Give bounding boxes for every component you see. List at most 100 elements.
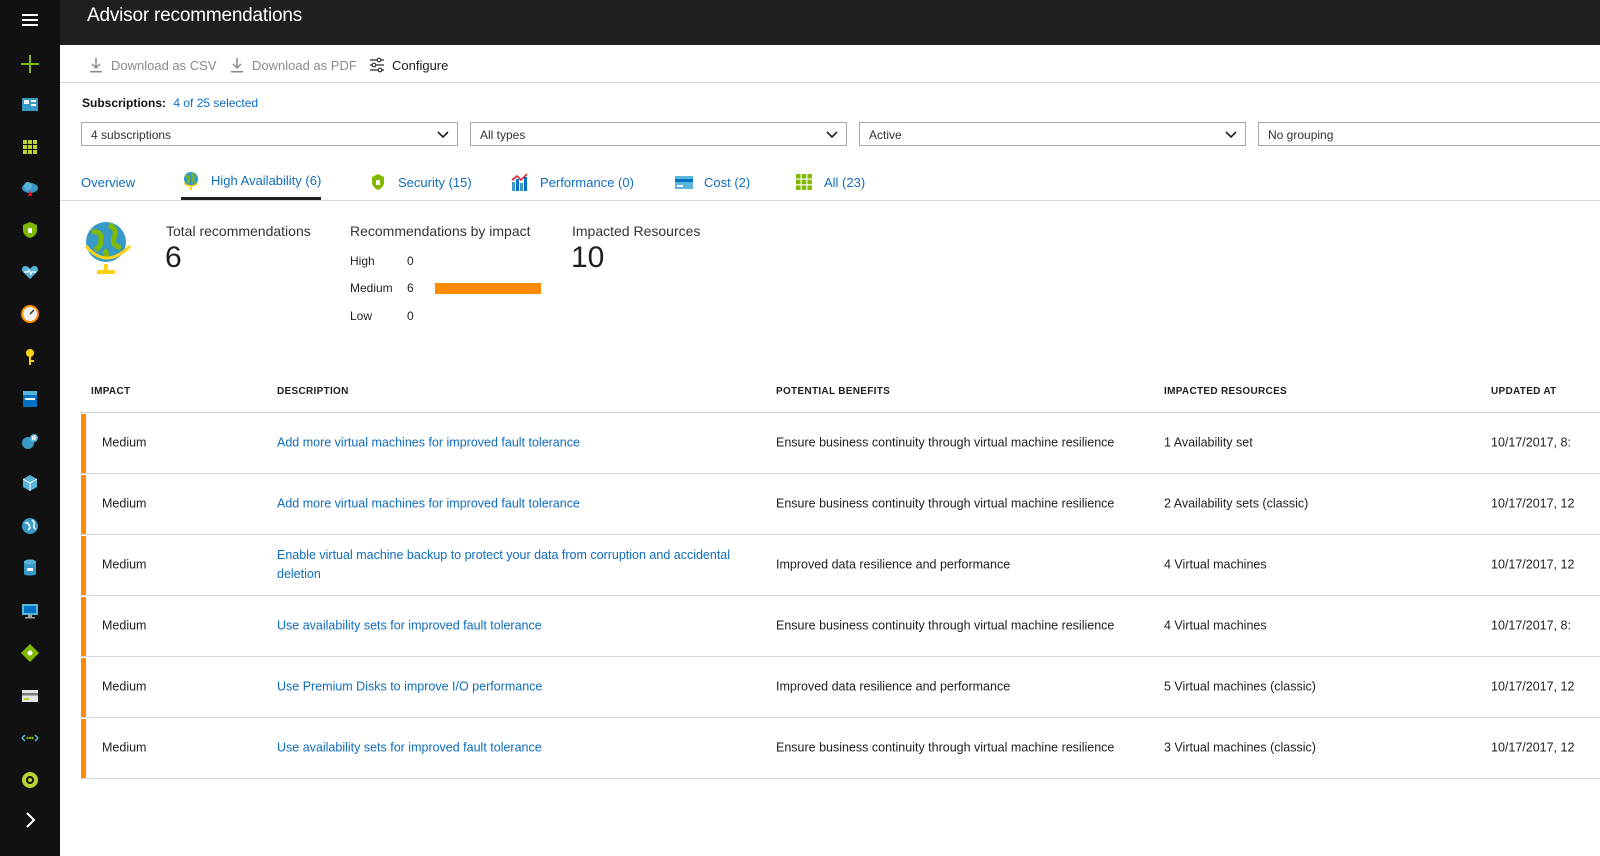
total-recommendations-value: 6	[165, 241, 182, 274]
configure-button[interactable]: Configure	[368, 55, 448, 75]
column-header-potential-benefits[interactable]: POTENTIAL BENEFITS	[776, 386, 890, 397]
download-pdf-label: Download as PDF	[252, 57, 357, 73]
row-impact: Medium	[102, 557, 147, 572]
tab-overview[interactable]: Overview	[81, 164, 135, 200]
impact-accent-bar	[81, 658, 86, 717]
row-impact: Medium	[102, 679, 147, 694]
row-impact: Medium	[102, 618, 147, 633]
row-updated: 10/17/2017, 12	[1491, 557, 1575, 572]
row-resources: 3 Virtual machines (classic)	[1164, 740, 1316, 755]
impact-low-row: Low 0	[350, 309, 414, 323]
grouping-filter-value: No grouping	[1268, 128, 1334, 142]
status-filter-dropdown[interactable]: Active	[859, 122, 1246, 146]
total-recommendations-label: Total recommendations	[166, 223, 311, 239]
table-row[interactable]: Medium Add more virtual machines for imp…	[80, 474, 1600, 535]
impact-high-count: 0	[407, 254, 414, 268]
tab-performance-label: Performance (0)	[540, 174, 634, 190]
row-resources: 4 Virtual machines	[1164, 557, 1267, 572]
tab-high-availability[interactable]: High Availability (6)	[181, 164, 322, 200]
column-header-impact[interactable]: IMPACT	[91, 386, 130, 397]
globe-icon	[183, 171, 199, 190]
chevron-right-icon[interactable]	[0, 800, 60, 840]
chevron-down-icon	[1225, 131, 1237, 139]
row-impact: Medium	[102, 435, 147, 450]
load-balancer-icon[interactable]	[0, 633, 60, 673]
page-title: Advisor recommendations	[87, 5, 303, 26]
table-row[interactable]: Medium Add more virtual machines for imp…	[80, 413, 1600, 474]
left-nav-rail	[0, 0, 60, 856]
row-updated: 10/17/2017, 8:	[1491, 618, 1571, 633]
download-pdf-button[interactable]: Download as PDF	[228, 55, 357, 75]
advisor-gauge-icon[interactable]	[0, 294, 60, 334]
table-row[interactable]: Medium Use availability sets for improve…	[80, 718, 1600, 779]
status-filter-value: Active	[869, 128, 902, 142]
row-benefits: Ensure business continuity through virtu…	[776, 435, 1115, 450]
impact-low-count: 0	[407, 309, 414, 323]
impacted-resources-value: 10	[571, 241, 605, 274]
row-resources: 2 Availability sets (classic)	[1164, 496, 1309, 511]
row-benefits: Ensure business continuity through virtu…	[776, 740, 1115, 755]
row-description-link[interactable]: Use availability sets for improved fault…	[277, 617, 762, 636]
row-impact: Medium	[102, 496, 147, 511]
security-center-icon[interactable]	[0, 210, 60, 250]
subscriptions-link[interactable]: 4 of 25 selected	[173, 96, 258, 110]
row-impact: Medium	[102, 740, 147, 755]
row-resources: 4 Virtual machines	[1164, 618, 1267, 633]
bar-chart-icon	[511, 173, 528, 191]
tab-all[interactable]: All (23)	[794, 164, 865, 200]
download-icon	[90, 58, 102, 73]
tab-cost-label: Cost (2)	[704, 174, 751, 190]
subscriptions-filter-dropdown[interactable]: 4 subscriptions	[81, 122, 458, 146]
grouping-filter-dropdown[interactable]: No grouping	[1258, 122, 1600, 146]
row-description-link[interactable]: Add more virtual machines for improved f…	[277, 434, 762, 453]
network-icon[interactable]	[0, 718, 60, 758]
column-header-impacted-resources[interactable]: IMPACTED RESOURCES	[1164, 386, 1287, 397]
type-filter-value: All types	[480, 128, 526, 142]
row-description-link[interactable]: Use availability sets for improved fault…	[277, 739, 762, 758]
circle-icon[interactable]	[0, 760, 60, 800]
row-description-link[interactable]: Use Premium Disks to improve I/O perform…	[277, 678, 762, 697]
dashboard-icon[interactable]	[0, 85, 60, 125]
command-bar: Download as CSV Download as PDF Configur…	[60, 45, 1600, 83]
row-updated: 10/17/2017, 12	[1491, 679, 1575, 694]
impact-low-label: Low	[350, 309, 373, 323]
cost-icon[interactable]	[0, 676, 60, 716]
impact-medium-label: Medium	[350, 281, 393, 295]
high-availability-globe-icon	[84, 222, 132, 274]
tab-all-label: All (23)	[824, 174, 866, 190]
virtual-machine-icon[interactable]	[0, 591, 60, 631]
type-filter-dropdown[interactable]: All types	[470, 122, 847, 146]
storage-icon[interactable]	[0, 379, 60, 419]
column-header-updated-at[interactable]: UPDATED AT	[1491, 386, 1557, 397]
cloud-icon[interactable]	[0, 168, 60, 208]
tab-security[interactable]: Security (15)	[368, 164, 472, 200]
subscriptions-label: Subscriptions:	[82, 96, 167, 110]
row-updated: 10/17/2017, 12	[1491, 740, 1575, 755]
key-icon[interactable]	[0, 337, 60, 377]
tab-overview-label: Overview	[81, 174, 136, 190]
impact-accent-bar	[81, 475, 86, 534]
row-resources: 1 Availability set	[1164, 435, 1253, 450]
column-header-description[interactable]: DESCRIPTION	[277, 386, 349, 397]
app-service-icon[interactable]	[0, 421, 60, 461]
tab-performance[interactable]: Performance (0)	[510, 164, 634, 200]
sql-database-icon[interactable]	[0, 548, 60, 588]
subscriptions-filter-value: 4 subscriptions	[91, 128, 172, 142]
row-description-link[interactable]: Add more virtual machines for improved f…	[277, 495, 762, 514]
table-row[interactable]: Medium Use Premium Disks to improve I/O …	[80, 657, 1600, 718]
all-resources-icon[interactable]	[0, 127, 60, 167]
tab-cost[interactable]: Cost (2)	[674, 164, 750, 200]
row-resources: 5 Virtual machines (classic)	[1164, 679, 1316, 694]
globe-icon[interactable]	[0, 506, 60, 546]
row-description-link[interactable]: Enable virtual machine backup to protect…	[277, 546, 762, 584]
monitor-heart-icon[interactable]	[0, 252, 60, 292]
hamburger-icon[interactable]	[0, 0, 60, 40]
plus-icon[interactable]	[0, 44, 60, 84]
chevron-down-icon	[826, 131, 838, 139]
cube-icon[interactable]	[0, 463, 60, 503]
table-row[interactable]: Medium Enable virtual machine backup to …	[80, 535, 1600, 596]
download-csv-button[interactable]: Download as CSV	[87, 55, 217, 75]
table-row[interactable]: Medium Use availability sets for improve…	[80, 596, 1600, 657]
category-tabs: Overview High Availability (6) Security …	[60, 160, 1600, 201]
row-benefits: Improved data resilience and performance	[776, 557, 1011, 572]
